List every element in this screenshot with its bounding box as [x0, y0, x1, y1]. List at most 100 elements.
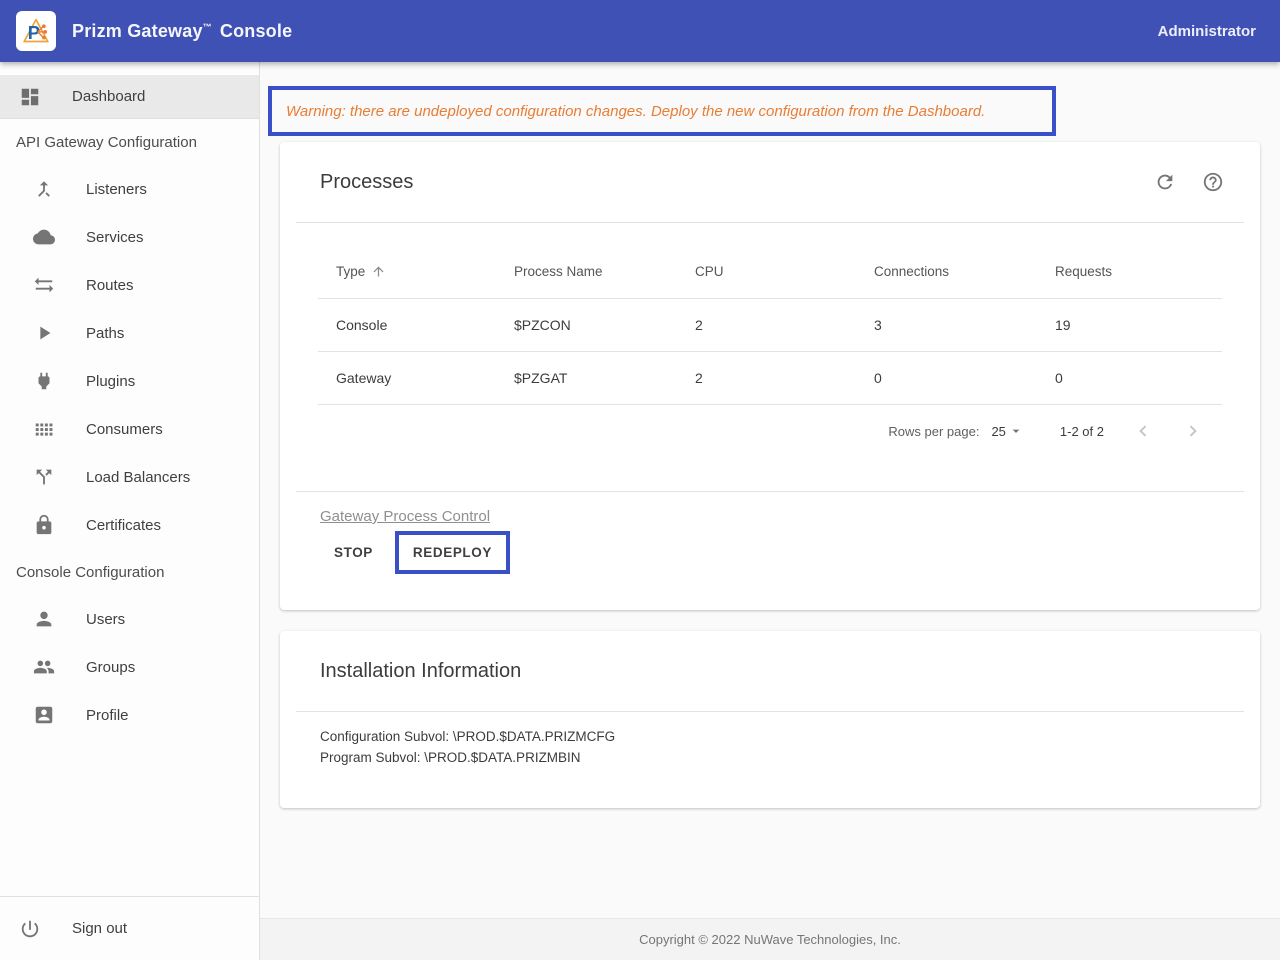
person-icon	[32, 608, 56, 630]
sidebar-item-label: Certificates	[86, 517, 161, 534]
sidebar-item-paths[interactable]: Paths	[0, 309, 259, 357]
help-button[interactable]	[1202, 171, 1224, 193]
cell-cpu: 2	[695, 317, 874, 333]
configuration-subvol: Configuration Subvol: \PROD.$DATA.PRIZMC…	[320, 726, 1220, 747]
cell-process-name: $PZGAT	[514, 370, 695, 386]
program-subvol: Program Subvol: \PROD.$DATA.PRIZMBIN	[320, 747, 1220, 768]
table-row: Console $PZCON 2 3 19	[318, 299, 1222, 352]
rows-per-page-select[interactable]: 25	[991, 423, 1023, 439]
next-page-button[interactable]	[1182, 420, 1204, 442]
column-header-requests[interactable]: Requests	[1055, 264, 1222, 279]
gateway-process-control-label: Gateway Process Control	[320, 508, 1220, 525]
user-menu[interactable]: Administrator	[1158, 23, 1256, 40]
sidebar-item-label: Plugins	[86, 373, 135, 390]
sidebar-item-plugins[interactable]: Plugins	[0, 357, 259, 405]
sidebar-item-listeners[interactable]: Listeners	[0, 165, 259, 213]
sidebar-item-label: Listeners	[86, 181, 147, 198]
sidebar-item-label: Routes	[86, 277, 134, 294]
previous-page-button[interactable]	[1132, 420, 1154, 442]
sidebar-item-label: Users	[86, 611, 125, 628]
refresh-icon	[1154, 171, 1176, 193]
copyright-text: Copyright © 2022 NuWave Technologies, In…	[639, 932, 901, 947]
chevron-left-icon	[1132, 420, 1154, 442]
cell-type: Console	[336, 317, 514, 333]
sidebar-item-services[interactable]: Services	[0, 213, 259, 261]
people-icon	[32, 656, 56, 678]
control-buttons: STOP REDEPLOY	[320, 531, 1220, 574]
rows-per-page-value: 25	[991, 424, 1005, 439]
sidebar-item-label: Dashboard	[72, 88, 145, 105]
help-icon	[1202, 171, 1224, 193]
prizm-logo: P	[16, 11, 56, 51]
installation-information-title: Installation Information	[320, 660, 1224, 683]
column-header-connections[interactable]: Connections	[874, 264, 1055, 279]
trademark-symbol: ™	[203, 22, 212, 32]
refresh-button[interactable]	[1154, 171, 1176, 193]
sidebar-item-routes[interactable]: Routes	[0, 261, 259, 309]
sidebar-section-console-configuration: Console Configuration	[0, 549, 259, 595]
installation-card-header: Installation Information	[280, 631, 1260, 711]
sidebar-item-dashboard[interactable]: Dashboard	[0, 75, 259, 119]
warning-text: Warning: there are undeployed configurat…	[286, 103, 985, 120]
cell-connections: 0	[874, 370, 1055, 386]
gateway-process-control: Gateway Process Control STOP REDEPLOY	[280, 492, 1260, 610]
cell-connections: 3	[874, 317, 1055, 333]
call-merge-icon	[32, 178, 56, 200]
split-arrows-icon	[32, 466, 56, 488]
grid-icon	[32, 418, 56, 440]
badge-icon	[32, 704, 56, 726]
chevron-right-icon	[1182, 420, 1204, 442]
processes-title: Processes	[320, 171, 1128, 194]
app-bar: P Prizm Gateway™ Console Administrator	[0, 0, 1280, 62]
sidebar-item-label: Services	[86, 229, 144, 246]
cell-requests: 19	[1055, 317, 1222, 333]
power-icon	[18, 918, 42, 940]
processes-card: Processes Type Process Name CPU Co	[280, 142, 1260, 610]
main-spacer	[260, 808, 1280, 918]
sidebar-item-consumers[interactable]: Consumers	[0, 405, 259, 453]
cloud-icon	[32, 226, 56, 248]
sidebar-item-label: Consumers	[86, 421, 163, 438]
app-title-main: Prizm Gateway	[72, 21, 203, 41]
installation-information-card: Installation Information Configuration S…	[280, 631, 1260, 808]
cell-cpu: 2	[695, 370, 874, 386]
dashboard-icon	[18, 86, 42, 108]
sign-out-label: Sign out	[72, 920, 127, 937]
sidebar-item-label: Paths	[86, 325, 124, 342]
cell-type: Gateway	[336, 370, 514, 386]
dropdown-arrow-icon	[1008, 423, 1024, 439]
sidebar-item-load-balancers[interactable]: Load Balancers	[0, 453, 259, 501]
column-header-label: Type	[336, 264, 365, 279]
sidebar-item-certificates[interactable]: Certificates	[0, 501, 259, 549]
play-arrow-icon	[32, 322, 56, 344]
sidebar-item-label: Load Balancers	[86, 469, 190, 486]
column-header-type[interactable]: Type	[336, 264, 514, 279]
processes-table: Type Process Name CPU Connections Reques…	[318, 223, 1222, 405]
sidebar-spacer	[0, 739, 259, 896]
sort-ascending-icon	[371, 264, 386, 279]
lock-icon	[32, 514, 56, 536]
redeploy-annotation-box: REDEPLOY	[395, 531, 510, 574]
redeploy-button[interactable]: REDEPLOY	[399, 535, 506, 570]
sidebar-item-profile[interactable]: Profile	[0, 691, 259, 739]
app-title: Prizm Gateway™ Console	[72, 21, 292, 42]
table-row: Gateway $PZGAT 2 0 0	[318, 352, 1222, 405]
sign-out-button[interactable]: Sign out	[0, 896, 259, 960]
prizm-logo-icon: P	[22, 17, 50, 45]
card-spacer	[280, 457, 1260, 491]
sidebar-section-api-gateway-configuration: API Gateway Configuration	[0, 119, 259, 165]
footer: Copyright © 2022 NuWave Technologies, In…	[260, 918, 1280, 960]
sidebar-item-groups[interactable]: Groups	[0, 643, 259, 691]
sidebar-item-users[interactable]: Users	[0, 595, 259, 643]
warning-banner-annotation-box: Warning: there are undeployed configurat…	[268, 86, 1056, 136]
main-content: Warning: there are undeployed configurat…	[260, 62, 1280, 960]
column-header-cpu[interactable]: CPU	[695, 264, 874, 279]
stop-button[interactable]: STOP	[320, 535, 387, 570]
app-title-suffix: Console	[220, 21, 292, 41]
table-header-row: Type Process Name CPU Connections Reques…	[318, 245, 1222, 299]
column-header-process-name[interactable]: Process Name	[514, 264, 695, 279]
cell-process-name: $PZCON	[514, 317, 695, 333]
plug-icon	[32, 370, 56, 392]
processes-card-header: Processes	[280, 142, 1260, 222]
sidebar-item-label: Groups	[86, 659, 135, 676]
